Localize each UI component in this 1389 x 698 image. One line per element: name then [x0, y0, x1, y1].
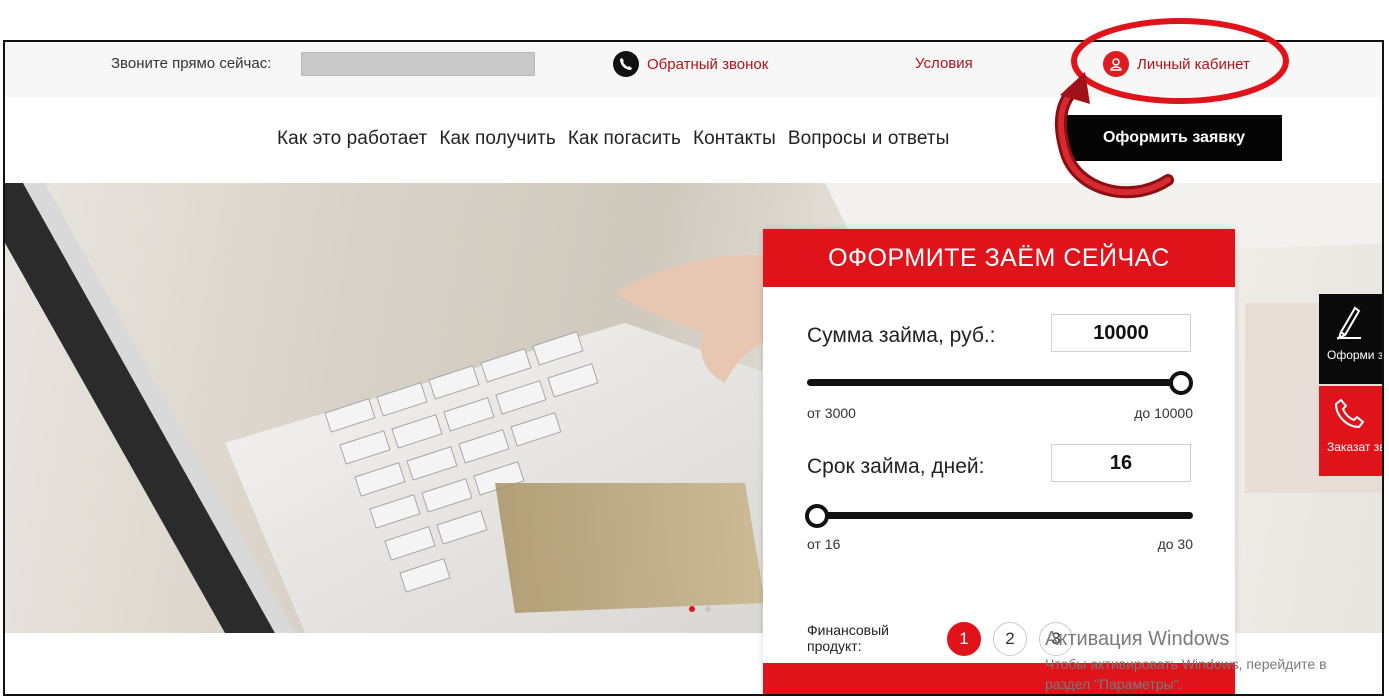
pen-icon [1333, 304, 1363, 343]
callback-label: Обратный звонок [647, 55, 769, 73]
amount-label: Сумма займа, руб.: [807, 324, 996, 347]
personal-cabinet-link[interactable]: Личный кабинет [1103, 51, 1250, 77]
amount-slider-handle[interactable] [1169, 371, 1193, 395]
side-apply-button[interactable]: Оформи заявку [1319, 294, 1384, 384]
nav-how-to-get[interactable]: Как получить [439, 128, 556, 150]
product-option-2[interactable]: 2 [993, 622, 1027, 656]
user-icon [1103, 51, 1129, 77]
term-label: Срок займа, дней: [807, 455, 985, 478]
browser-page: Звоните прямо сейчас: Обратный звонок Ус… [3, 40, 1384, 696]
loan-form-title: ОФОРМИТЕ ЗАЁМ СЕЙЧАС [763, 229, 1235, 287]
amount-max-label: до 10000 [1134, 405, 1193, 421]
side-call-button[interactable]: Заказат звонок [1319, 386, 1382, 476]
windows-activation-text: Чтобы активировать Windows, перейдите в … [1045, 656, 1327, 692]
slider-dot-active[interactable] [689, 606, 695, 612]
product-option-1[interactable]: 1 [947, 622, 981, 656]
main-nav: Как это работает Как получить Как погаси… [5, 97, 1382, 183]
conditions-link[interactable]: Условия [915, 55, 973, 72]
side-call-label: Заказат звонок [1327, 440, 1382, 454]
phone-number-field [301, 52, 535, 76]
nav-faq[interactable]: Вопросы и ответы [788, 128, 950, 150]
phone-icon [613, 51, 639, 77]
nav-contacts[interactable]: Контакты [693, 128, 776, 150]
apply-button[interactable]: Оформить заявку [1066, 115, 1282, 161]
nav-links: Как это работает Как получить Как погаси… [277, 128, 949, 150]
call-now-label: Звоните прямо сейчас: [111, 55, 272, 72]
term-slider-track[interactable] [807, 512, 1193, 519]
term-min-label: от 16 [807, 536, 841, 552]
side-apply-label: Оформи заявку [1327, 348, 1384, 362]
term-slider-handle[interactable] [805, 504, 829, 528]
phone-icon [1333, 396, 1365, 433]
term-input[interactable]: 16 [1051, 444, 1191, 482]
cabinet-label: Личный кабинет [1137, 55, 1250, 73]
windows-activation-title: Активация Windows [1045, 628, 1230, 650]
amount-min-label: от 3000 [807, 405, 856, 421]
amount-input[interactable]: 10000 [1051, 314, 1191, 352]
loan-form: ОФОРМИТЕ ЗАЁМ СЕЙЧАС Сумма займа, руб.: … [763, 229, 1235, 694]
nav-how-it-works[interactable]: Как это работает [277, 128, 427, 150]
term-max-label: до 30 [1157, 536, 1193, 552]
top-bar: Звоните прямо сейчас: Обратный звонок Ус… [5, 42, 1382, 97]
callback-link[interactable]: Обратный звонок [613, 51, 768, 77]
nav-how-to-repay[interactable]: Как погасить [568, 128, 681, 150]
slider-dot[interactable] [705, 606, 711, 612]
product-label: Финансовый продукт: [807, 622, 889, 654]
amount-slider-track[interactable] [807, 379, 1181, 386]
